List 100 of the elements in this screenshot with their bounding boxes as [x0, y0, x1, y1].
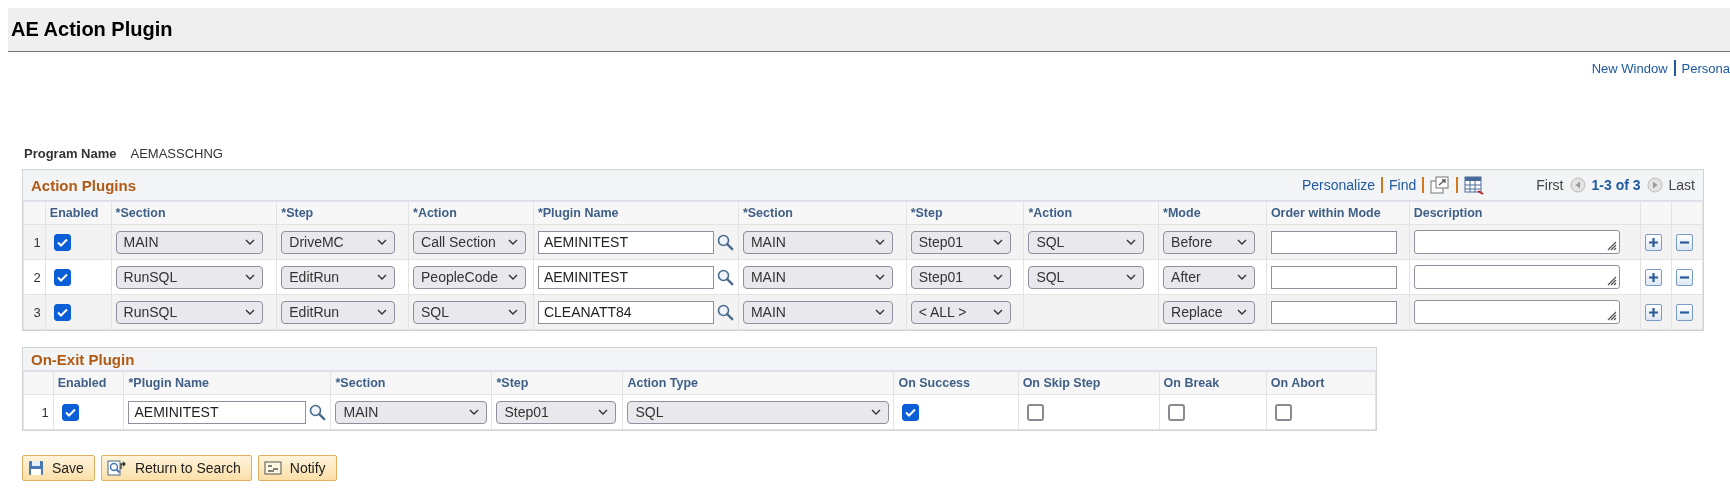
column-header: *Action	[1023, 201, 1159, 225]
column-header: *Section	[331, 371, 492, 395]
checkbox[interactable]	[902, 403, 920, 421]
column-header: On Abort	[1266, 371, 1376, 395]
chevron-icon	[508, 309, 518, 315]
dropdown[interactable]: Before	[1163, 230, 1256, 254]
dropdown[interactable]: MAIN	[742, 230, 893, 254]
dropdown[interactable]: SQL	[1028, 265, 1145, 289]
grid-title: Action Plugins	[31, 176, 136, 194]
checkbox[interactable]	[53, 303, 71, 321]
new-window-link[interactable]: New Window	[1591, 60, 1668, 76]
dropdown[interactable]: Replace	[1163, 300, 1256, 324]
add-row-button[interactable]	[1645, 268, 1663, 286]
dropdown[interactable]: RunSQL	[115, 300, 263, 324]
delete-row-button[interactable]	[1676, 233, 1693, 251]
personalize-link[interactable]: Persona	[1681, 60, 1730, 76]
input-field[interactable]: AEMINITEST	[537, 230, 714, 254]
dropdown[interactable]: MAIN	[742, 300, 893, 324]
plus-icon	[1648, 306, 1660, 318]
search-icon[interactable]	[716, 268, 734, 286]
chevron-icon	[1237, 274, 1248, 280]
column-header: *Action	[408, 201, 534, 225]
return-button[interactable]: Return to Search	[100, 455, 252, 481]
dropdown[interactable]: < ALL >	[910, 300, 1011, 324]
save-button[interactable]: Save	[22, 455, 95, 481]
column-header: Action Type	[622, 371, 894, 395]
dropdown[interactable]: SQL	[1028, 230, 1145, 254]
check-icon	[56, 237, 68, 247]
dropdown[interactable]: MAIN	[335, 400, 488, 424]
spreadsheet-icon[interactable]	[1464, 175, 1485, 195]
dropdown[interactable]: EditRun	[281, 300, 396, 324]
dropdown[interactable]: SQL	[413, 300, 526, 324]
dropdown[interactable]: PeopleCode	[413, 265, 526, 289]
checkbox[interactable]	[1274, 403, 1292, 421]
grid-title: On-Exit Plugin	[31, 350, 135, 368]
search-icon[interactable]	[716, 233, 734, 251]
text-area[interactable]	[1413, 300, 1620, 324]
check-icon	[56, 272, 68, 282]
notify-button[interactable]: Notify	[257, 455, 337, 481]
column-header: *Step	[276, 201, 409, 225]
chevron-icon	[1237, 309, 1248, 315]
chevron-icon	[871, 409, 882, 415]
row-number: 2	[33, 269, 41, 285]
column-header: *Section	[111, 201, 277, 225]
row-number: 1	[33, 234, 41, 250]
plus-icon	[1648, 271, 1660, 283]
dropdown[interactable]: Step01	[496, 400, 617, 424]
input-field[interactable]: AEMINITEST	[128, 400, 307, 424]
input-field[interactable]	[1270, 265, 1397, 289]
input-field[interactable]: CLEANATT84	[537, 300, 714, 324]
text-area[interactable]	[1413, 265, 1620, 289]
chevron-icon	[992, 239, 1003, 245]
delete-row-button[interactable]	[1676, 268, 1693, 286]
check-icon	[64, 407, 76, 417]
field-value: AEMASSCHNG	[130, 146, 223, 161]
previous-icon[interactable]	[1569, 177, 1586, 193]
column-header: Description	[1409, 201, 1641, 225]
personalize-link[interactable]: Personalize	[1301, 177, 1376, 193]
checkbox[interactable]	[53, 233, 71, 251]
add-row-button[interactable]	[1645, 233, 1663, 251]
first-link[interactable]: First	[1536, 177, 1564, 193]
column-header: *Plugin Name	[533, 201, 739, 225]
add-row-button[interactable]	[1645, 303, 1663, 321]
page-title: AE Action Plugin	[11, 18, 173, 41]
new-window-icon[interactable]	[1430, 176, 1451, 194]
checkbox[interactable]	[53, 268, 71, 286]
chevron-icon	[244, 309, 255, 315]
chevron-icon	[244, 274, 255, 280]
checkbox[interactable]	[1167, 403, 1185, 421]
last-link[interactable]: Last	[1668, 177, 1695, 193]
dropdown[interactable]: EditRun	[281, 265, 396, 289]
dropdown[interactable]: Step01	[910, 230, 1011, 254]
dropdown[interactable]: After	[1163, 265, 1256, 289]
field-label: Program Name	[24, 146, 117, 161]
dropdown[interactable]: RunSQL	[115, 265, 263, 289]
checkbox[interactable]	[1026, 403, 1044, 421]
text-area[interactable]	[1413, 230, 1620, 254]
input-field[interactable]	[1270, 230, 1397, 254]
dropdown[interactable]: Call Section	[413, 230, 526, 254]
chevron-icon	[244, 239, 255, 245]
search-icon[interactable]	[716, 303, 734, 321]
search-icon[interactable]	[309, 403, 327, 421]
dropdown[interactable]: Step01	[910, 265, 1011, 289]
column-header: *Plugin Name	[124, 371, 331, 395]
dropdown[interactable]: MAIN	[115, 230, 263, 254]
check-icon	[56, 307, 68, 317]
dropdown[interactable]: MAIN	[742, 265, 893, 289]
chevron-icon	[1126, 239, 1137, 245]
row-number: 3	[33, 304, 41, 320]
dropdown[interactable]: DriveMC	[281, 230, 396, 254]
delete-row-button[interactable]	[1676, 303, 1693, 321]
next-icon[interactable]	[1646, 177, 1663, 193]
note-icon	[263, 460, 282, 476]
column-header: On Success	[893, 371, 1019, 395]
checkbox[interactable]	[61, 403, 79, 421]
input-field[interactable]	[1270, 300, 1397, 324]
find-link[interactable]: Find	[1389, 177, 1417, 193]
input-field[interactable]: AEMINITEST	[537, 265, 714, 289]
dropdown[interactable]: SQL	[627, 400, 890, 424]
row-number: 1	[41, 404, 49, 420]
